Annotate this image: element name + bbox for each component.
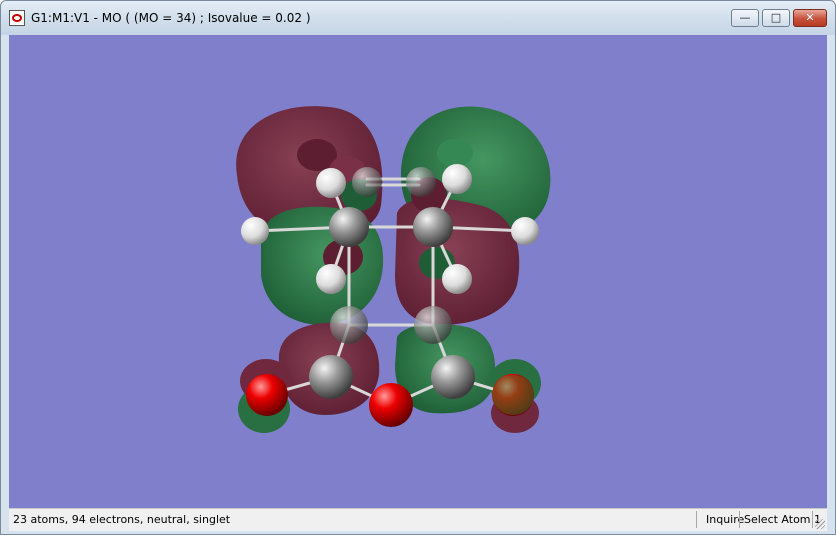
oxygen-atom[interactable] xyxy=(369,383,413,427)
status-divider xyxy=(739,511,740,528)
window-title: G1:M1:V1 - MO ( (MO = 34) ; Isovalue = 0… xyxy=(31,11,311,25)
hydrogen-atom[interactable] xyxy=(511,217,539,245)
carbon-atom[interactable] xyxy=(431,355,475,399)
minimize-icon: — xyxy=(739,11,751,24)
carbon-atom[interactable] xyxy=(406,167,436,197)
molecule-3d-viewport[interactable] xyxy=(9,35,827,508)
carbon-atom[interactable] xyxy=(352,167,382,197)
status-divider xyxy=(696,511,697,528)
close-button[interactable]: ✕ xyxy=(793,9,827,27)
carbon-atom[interactable] xyxy=(330,306,368,344)
minimize-button[interactable]: — xyxy=(731,9,759,27)
status-divider xyxy=(812,511,813,528)
resize-grip-icon[interactable] xyxy=(815,519,825,529)
carbon-atom[interactable] xyxy=(413,207,453,247)
application-window: G1:M1:V1 - MO ( (MO = 34) ; Isovalue = 0… xyxy=(0,0,836,535)
hydrogen-atom[interactable] xyxy=(316,264,346,294)
hydrogen-atom[interactable] xyxy=(442,264,472,294)
carbon-atom[interactable] xyxy=(329,207,369,247)
carbon-atom[interactable] xyxy=(414,306,452,344)
oxygen-atom[interactable] xyxy=(246,374,288,416)
molecule-info-text: 23 atoms, 94 electrons, neutral, singlet xyxy=(13,513,231,526)
title-bar[interactable]: G1:M1:V1 - MO ( (MO = 34) ; Isovalue = 0… xyxy=(1,1,835,35)
close-icon: ✕ xyxy=(805,11,815,24)
hydrogen-atom[interactable] xyxy=(442,164,472,194)
maximize-icon: □ xyxy=(770,11,782,24)
molecular-orbital-render[interactable] xyxy=(9,35,827,508)
gaussview-app-icon[interactable] xyxy=(9,10,25,26)
status-action: Select Atom 1 xyxy=(744,513,822,526)
hydrogen-atom[interactable] xyxy=(316,168,346,198)
maximize-button[interactable]: □ xyxy=(762,9,790,27)
hydrogen-atom[interactable] xyxy=(241,217,269,245)
status-bar: 23 atoms, 94 electrons, neutral, singlet… xyxy=(9,508,827,531)
carbon-atom[interactable] xyxy=(309,355,353,399)
